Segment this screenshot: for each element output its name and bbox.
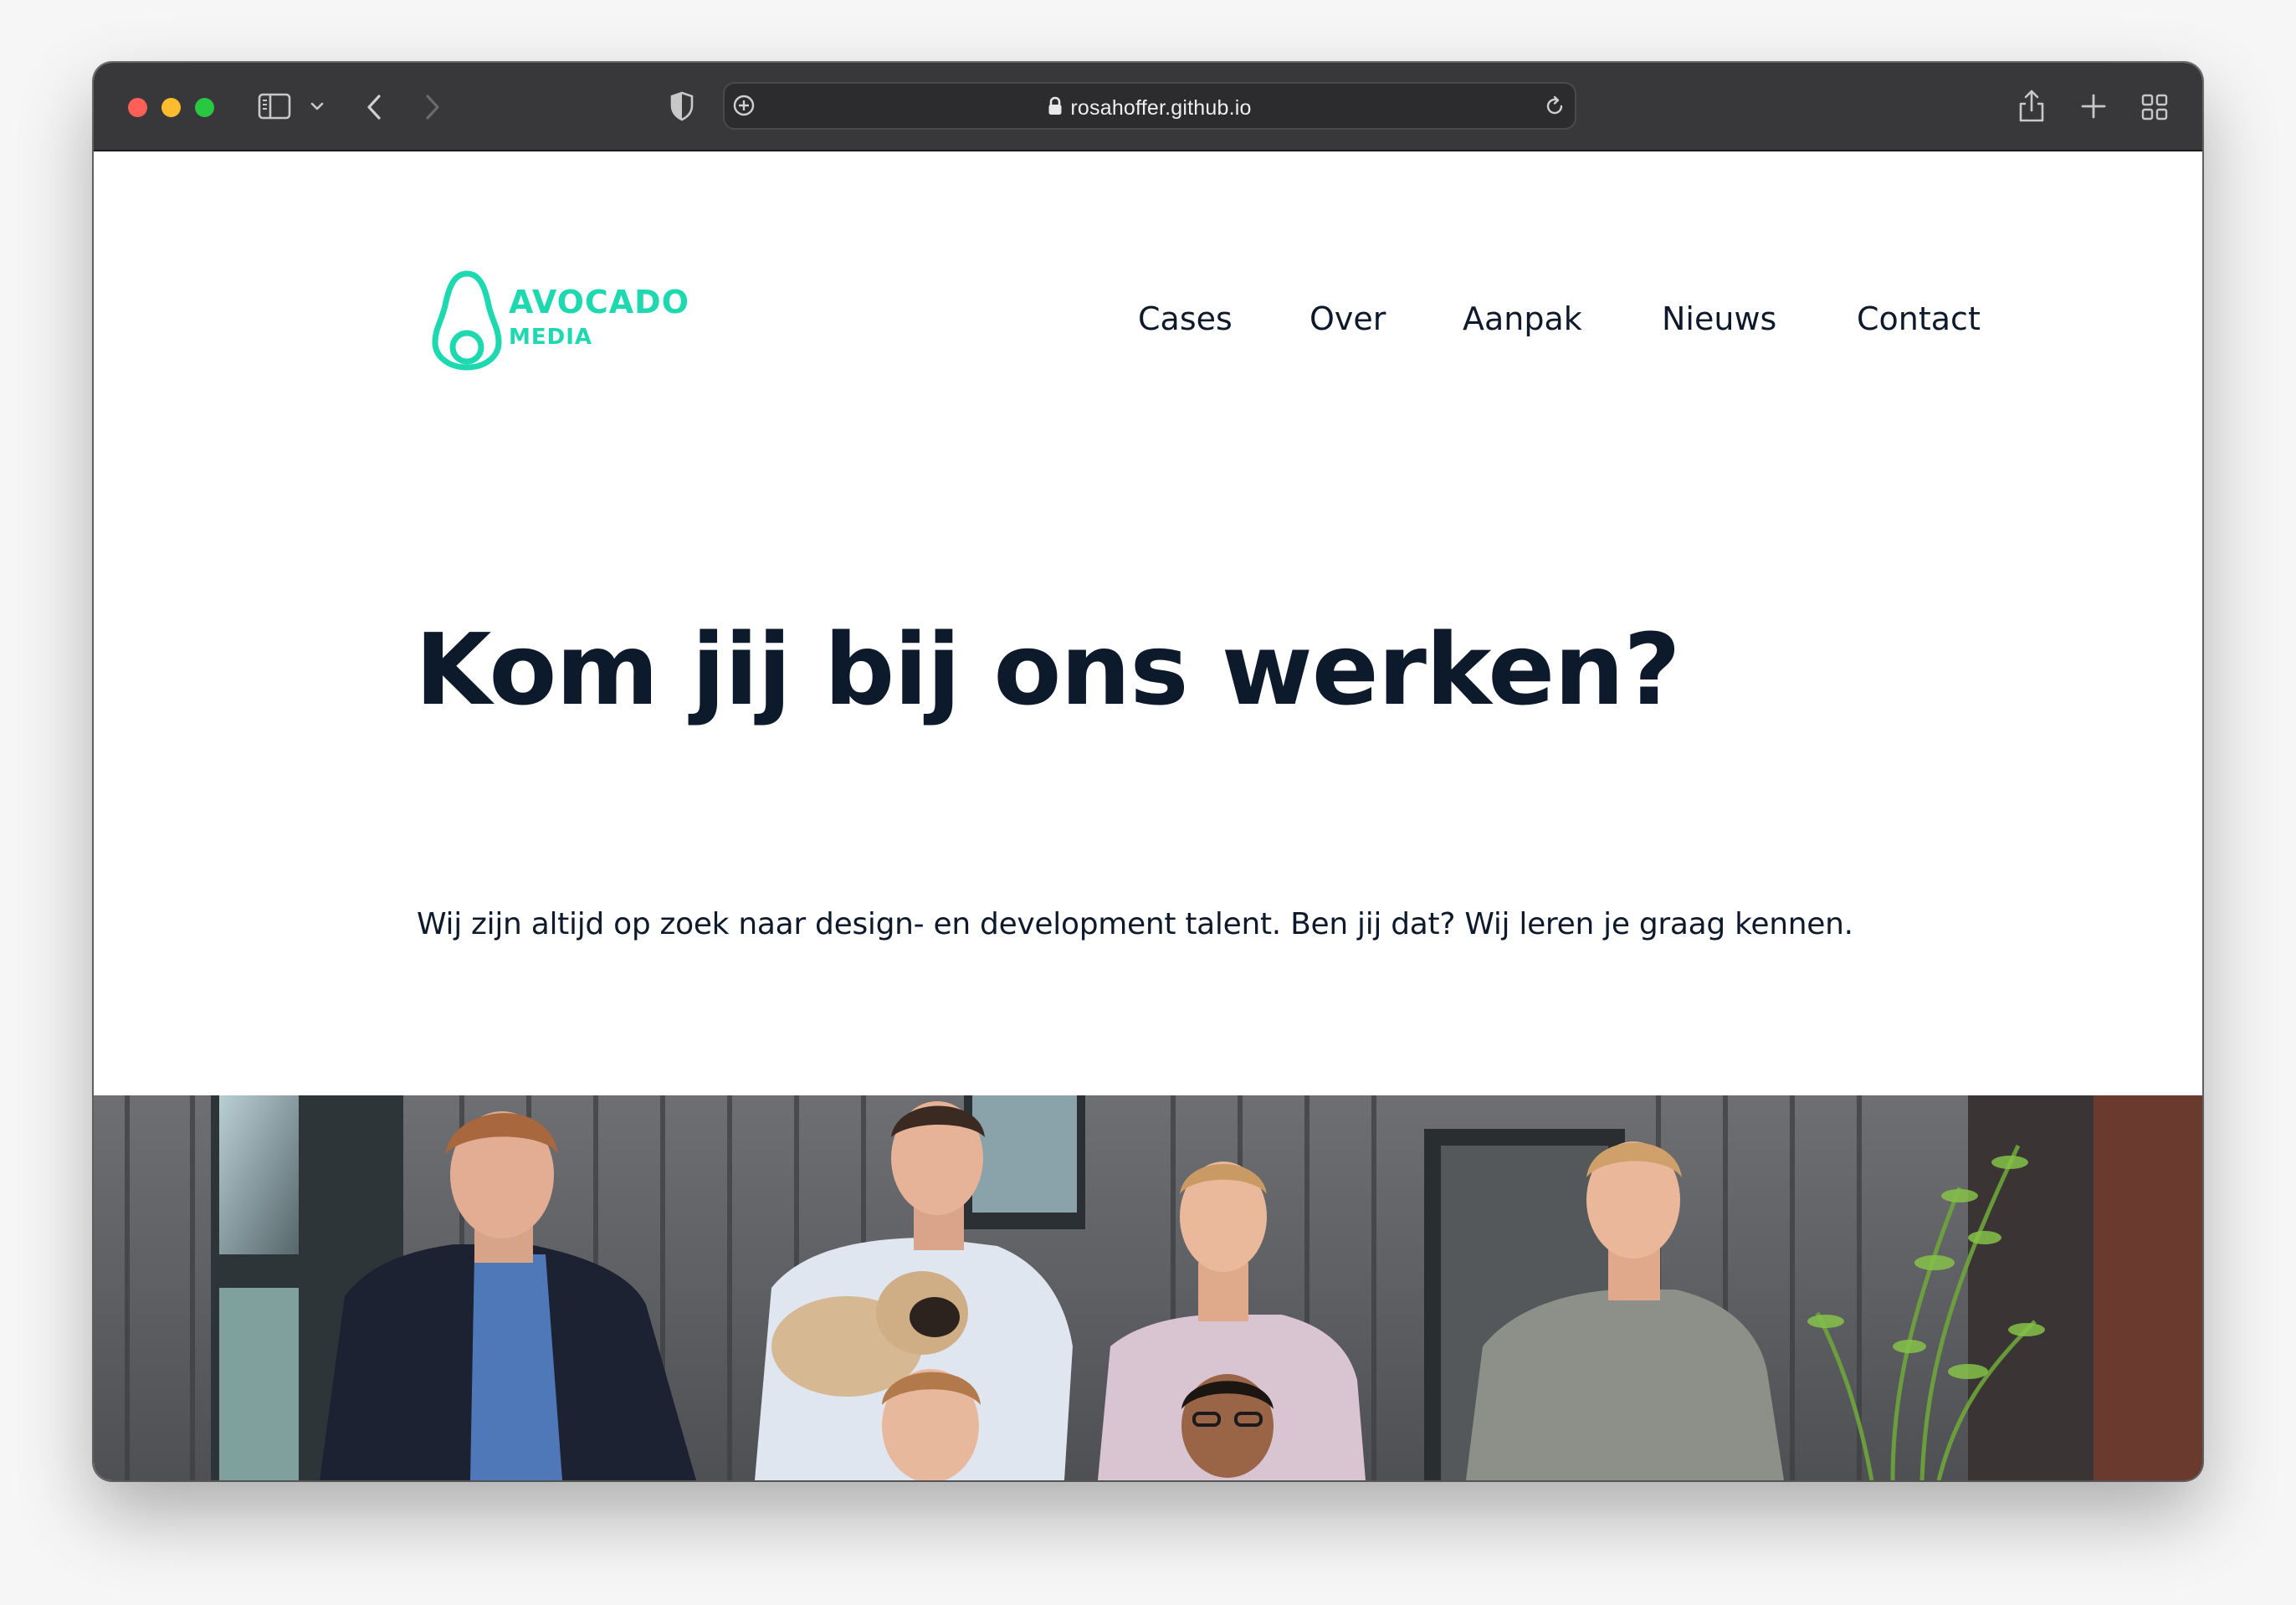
web-page: AVOCADO MEDIA Cases Over Aanpak Nieuws C… <box>94 151 2202 1480</box>
shield-icon[interactable] <box>669 91 694 121</box>
chevron-right-icon[interactable] <box>423 93 442 121</box>
nav-item-nieuws[interactable]: Nieuws <box>1662 300 1776 337</box>
share-icon[interactable] <box>2018 88 2045 123</box>
team-photo <box>94 1095 2202 1480</box>
lock-icon <box>1048 96 1063 122</box>
nav-item-cases[interactable]: Cases <box>1138 300 1233 337</box>
zoom-window-button[interactable] <box>195 98 214 117</box>
plus-icon[interactable] <box>2080 93 2107 120</box>
intro-text: Wij zijn altijd op zoek naar design- en … <box>417 907 1853 941</box>
url-display[interactable]: rosahoffer.github.io <box>725 96 1575 122</box>
address-bar[interactable]: rosahoffer.github.io <box>723 82 1576 130</box>
nav-item-aanpak[interactable]: Aanpak <box>1463 300 1582 337</box>
page-title: Kom jij bij ons werken? <box>415 612 1681 727</box>
main-nav: Cases Over Aanpak Nieuws Contact <box>94 300 2202 351</box>
chevron-left-icon[interactable] <box>365 93 383 121</box>
browser-toolbar: rosahoffer.github.io <box>94 63 2202 151</box>
nav-item-over[interactable]: Over <box>1309 300 1386 337</box>
close-window-button[interactable] <box>128 98 147 117</box>
grid-icon[interactable] <box>2140 93 2169 121</box>
reload-icon[interactable] <box>1543 95 1566 118</box>
minimize-window-button[interactable] <box>161 98 181 117</box>
sidebar-icon[interactable] <box>258 93 291 120</box>
url-text: rosahoffer.github.io <box>1070 96 1252 120</box>
nav-item-contact[interactable]: Contact <box>1857 300 1981 337</box>
chevron-down-icon[interactable] <box>310 101 325 111</box>
browser-window: rosahoffer.github.io AVOCADO MEDIA Cases… <box>94 63 2202 1480</box>
